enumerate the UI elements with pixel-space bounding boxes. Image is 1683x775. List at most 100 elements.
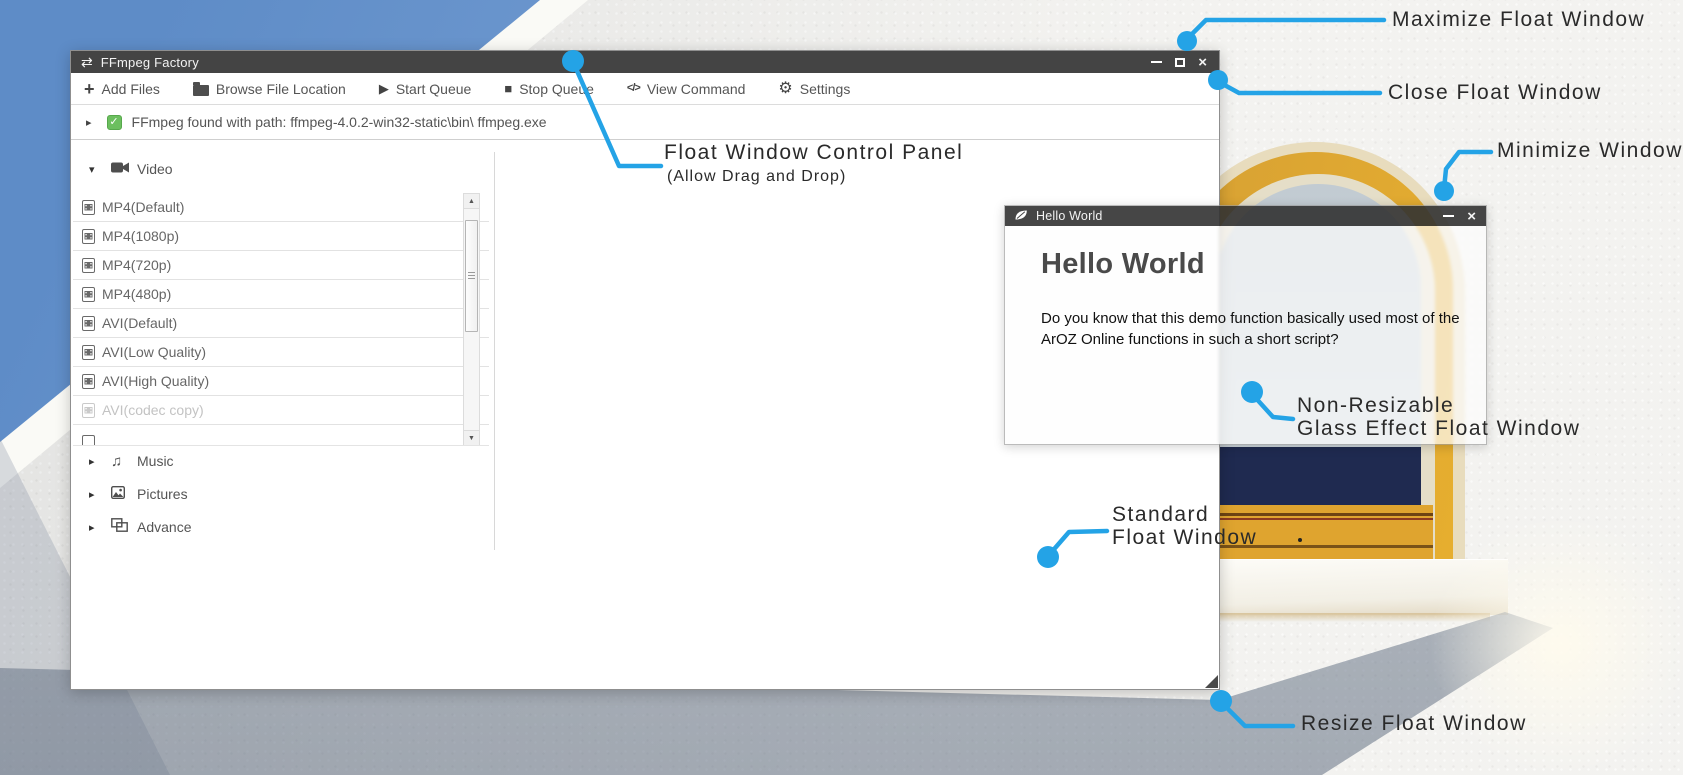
list-item[interactable]: MP4(1080p) — [73, 222, 489, 251]
settings-button[interactable]: ⚙ Settings — [778, 81, 850, 97]
window-title: Hello World — [1036, 209, 1103, 223]
list-item[interactable]: AVI(Default) — [73, 309, 489, 338]
play-icon: ▶ — [379, 82, 389, 95]
desktop: ⇄ FFmpeg Factory × + Add Files Browse Fi… — [0, 0, 1683, 775]
content-divider — [494, 152, 495, 550]
list-item-label: MP4(Default) — [102, 199, 184, 215]
video-file-icon — [82, 345, 95, 360]
video-file-icon — [82, 316, 95, 331]
video-file-icon — [82, 229, 95, 244]
caret-down-icon[interactable]: ▾ — [89, 163, 111, 176]
stop-queue-button[interactable]: ■ Stop Queue — [504, 81, 594, 97]
folder-icon — [193, 85, 209, 96]
leaf-icon — [1014, 209, 1028, 223]
plus-icon: + — [84, 80, 95, 98]
video-file-icon — [82, 435, 95, 446]
annotation-glass-window: Non-Resizable Glass Effect Float Window — [1297, 394, 1580, 440]
hello-body-text: Do you know that this demo function basi… — [1041, 308, 1473, 351]
add-files-label: Add Files — [102, 81, 160, 97]
annotation-close: Close Float Window — [1388, 81, 1602, 104]
list-item-clipped — [73, 425, 489, 446]
scrollbar-thumb[interactable] — [465, 220, 478, 332]
list-item-label: AVI(Low Quality) — [102, 344, 206, 360]
video-file-icon — [82, 200, 95, 215]
view-command-label: View Command — [647, 81, 746, 97]
code-icon: </> — [627, 83, 640, 94]
scroll-up-arrow-icon[interactable]: ▲ — [464, 194, 479, 209]
stop-queue-label: Stop Queue — [519, 81, 594, 97]
start-queue-button[interactable]: ▶ Start Queue — [379, 81, 472, 97]
list-item-label: MP4(720p) — [102, 257, 171, 273]
gear-icon: ⚙ — [778, 81, 792, 97]
music-note-icon: ♫ — [111, 453, 137, 470]
caret-right-icon[interactable]: ▸ — [89, 488, 111, 501]
list-item-disabled[interactable]: AVI(codec copy) — [73, 396, 489, 425]
tree-section-advance[interactable]: ▸ Advance — [89, 516, 191, 538]
browse-file-location-button[interactable]: Browse File Location — [193, 81, 346, 97]
minimize-button[interactable] — [1443, 215, 1454, 217]
video-file-icon — [82, 374, 95, 389]
annotation-maximize: Maximize Float Window — [1392, 8, 1645, 31]
window-controls: × — [1151, 55, 1207, 70]
annotation-glass-line1: Non-Resizable — [1297, 394, 1580, 417]
preset-list: MP4(Default) MP4(1080p) MP4(720p) MP4(48… — [73, 193, 489, 446]
picture-icon — [111, 486, 137, 503]
settings-label: Settings — [800, 81, 851, 97]
tree-section-music[interactable]: ▸ ♫ Music — [89, 450, 174, 472]
list-item-label: AVI(Default) — [102, 315, 177, 331]
window-title: FFmpeg Factory — [101, 55, 199, 70]
start-queue-label: Start Queue — [396, 81, 472, 97]
caret-right-icon[interactable]: ▸ — [89, 521, 111, 534]
caret-right-icon[interactable]: ▸ — [89, 455, 111, 468]
hello-heading: Hello World — [1041, 248, 1205, 281]
maximize-button[interactable] — [1175, 58, 1185, 67]
list-item-label: MP4(1080p) — [102, 228, 179, 244]
annotation-control-panel-sub: (Allow Drag and Drop) — [667, 165, 846, 188]
video-section-label: Video — [137, 161, 173, 177]
expand-caret-icon[interactable]: ▸ — [86, 116, 92, 129]
resize-grip[interactable] — [1205, 675, 1218, 688]
list-item[interactable]: MP4(480p) — [73, 280, 489, 309]
list-item[interactable]: AVI(High Quality) — [73, 367, 489, 396]
object-group-icon — [111, 518, 137, 536]
list-item[interactable]: MP4(Default) — [73, 193, 489, 222]
list-item-label: AVI(codec copy) — [102, 402, 204, 418]
video-camera-icon — [111, 161, 137, 178]
close-button[interactable]: × — [1467, 209, 1476, 224]
list-item-label: AVI(High Quality) — [102, 373, 209, 389]
pictures-section-label: Pictures — [137, 486, 188, 502]
annotation-minimize: Minimize Window — [1497, 139, 1683, 162]
list-item-label: MP4(480p) — [102, 286, 171, 302]
scroll-down-arrow-icon[interactable]: ▼ — [464, 430, 479, 445]
annotation-control-panel: Float Window Control Panel — [664, 141, 963, 164]
video-file-icon — [82, 287, 95, 302]
ffmpeg-status-row: ▸ ✓ FFmpeg found with path: ffmpeg-4.0.2… — [71, 105, 1219, 140]
status-text: FFmpeg found with path: ffmpeg-4.0.2-win… — [132, 114, 547, 130]
annotation-standard-line2: Float Window — [1112, 526, 1257, 549]
minimize-button[interactable] — [1151, 61, 1162, 63]
list-item[interactable]: MP4(720p) — [73, 251, 489, 280]
swap-icon: ⇄ — [81, 55, 93, 69]
view-command-button[interactable]: </> View Command — [627, 81, 745, 97]
ffmpeg-titlebar[interactable]: ⇄ FFmpeg Factory × — [71, 51, 1219, 73]
music-section-label: Music — [137, 453, 174, 469]
annotation-resize: Resize Float Window — [1301, 712, 1527, 735]
ffmpeg-toolbar: + Add Files Browse File Location ▶ Start… — [71, 73, 1219, 105]
video-file-icon — [82, 403, 95, 418]
check-icon: ✓ — [107, 115, 122, 130]
add-files-button[interactable]: + Add Files — [84, 80, 160, 98]
annotation-standard-window: Standard Float Window — [1112, 503, 1257, 549]
stop-icon: ■ — [504, 82, 512, 95]
list-item[interactable]: AVI(Low Quality) — [73, 338, 489, 367]
list-scrollbar[interactable]: ▲ ▼ — [463, 193, 480, 446]
annotation-standard-line1: Standard — [1112, 503, 1257, 526]
tree-section-pictures[interactable]: ▸ Pictures — [89, 483, 188, 505]
hello-titlebar[interactable]: Hello World × — [1005, 206, 1486, 226]
video-file-icon — [82, 258, 95, 273]
close-button[interactable]: × — [1198, 55, 1207, 70]
advance-section-label: Advance — [137, 519, 191, 535]
window-controls: × — [1443, 209, 1476, 224]
tree-section-video[interactable]: ▾ Video — [89, 158, 173, 180]
annotation-glass-line2: Glass Effect Float Window — [1297, 417, 1580, 440]
browse-label: Browse File Location — [216, 81, 346, 97]
